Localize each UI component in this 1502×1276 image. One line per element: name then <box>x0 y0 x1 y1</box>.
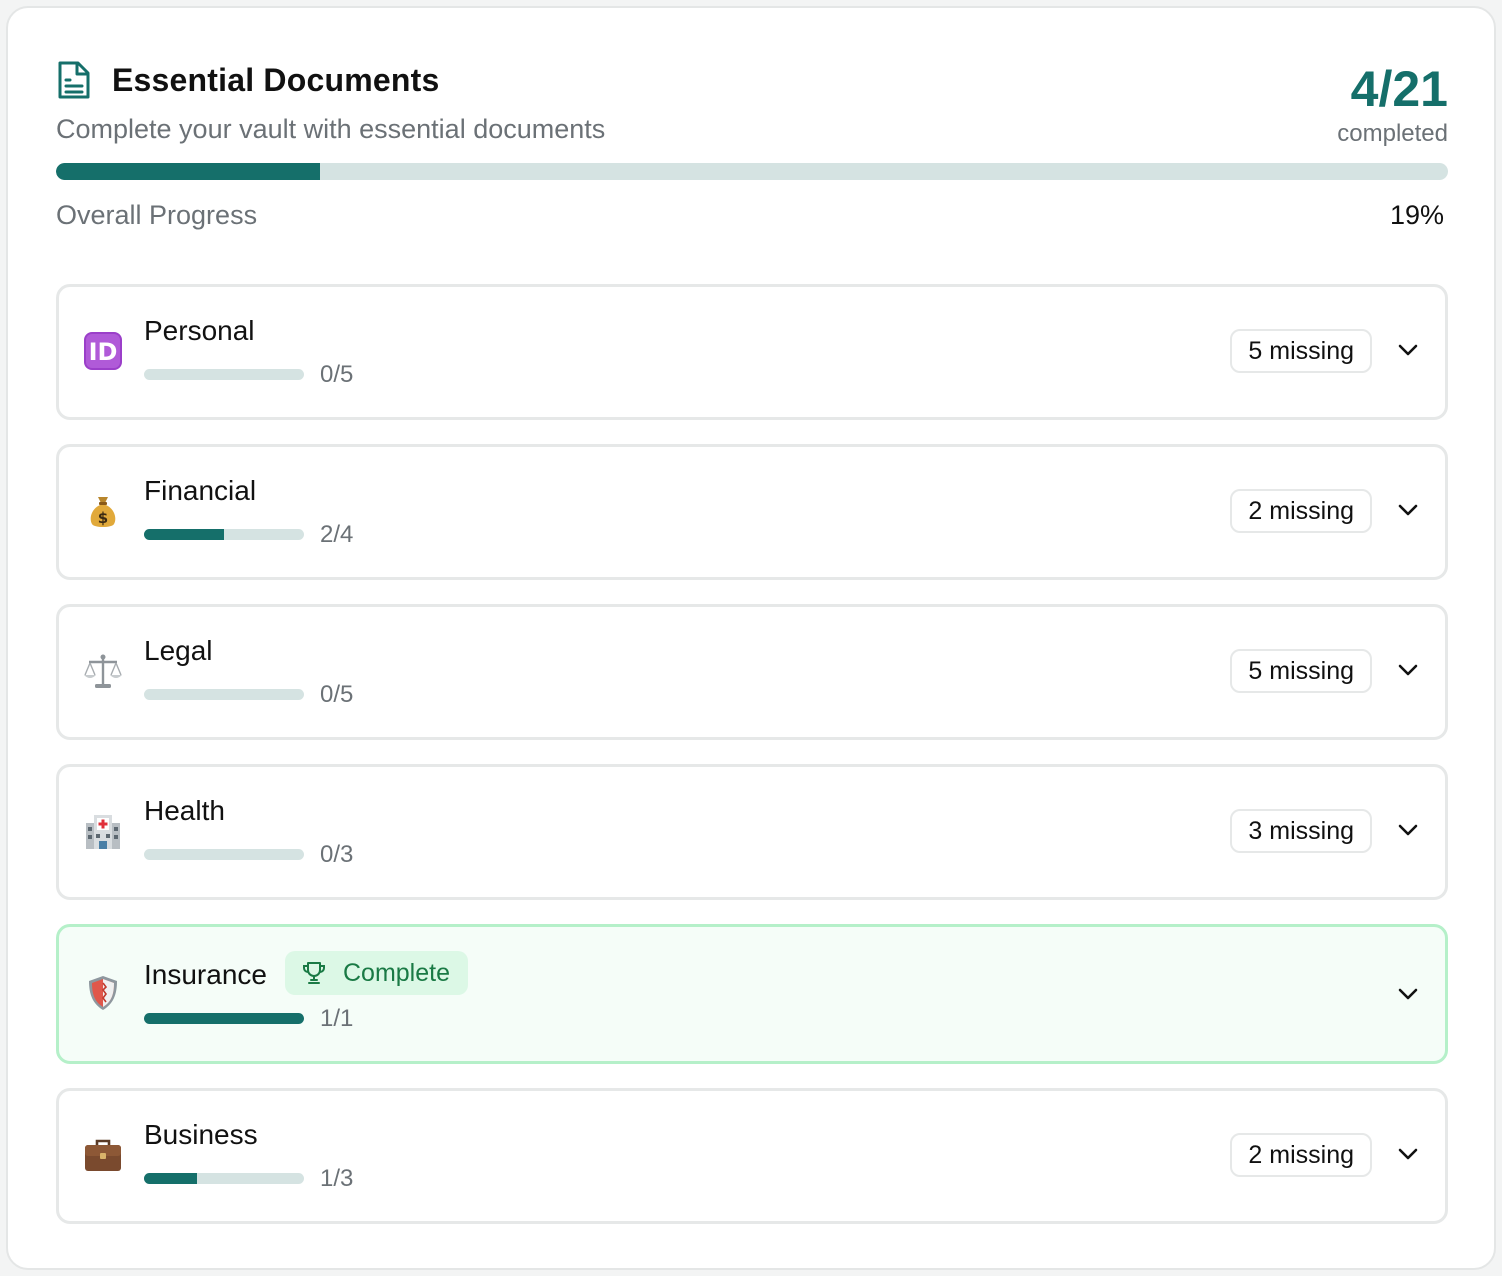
svg-text:$: $ <box>98 509 108 527</box>
completion-counter: 4/21 completed <box>1337 60 1448 148</box>
money-bag-icon: $ <box>90 497 116 527</box>
category-count: 1/3 <box>320 1165 354 1192</box>
chevron-down-icon[interactable] <box>1397 1147 1419 1161</box>
category-count: 2/4 <box>320 521 354 548</box>
document-icon <box>58 61 90 99</box>
category-count: 1/1 <box>320 1005 354 1032</box>
completed-count: 4/21 <box>1350 61 1448 117</box>
category-progress-bar <box>144 689 304 700</box>
category-health[interactable]: Health 0/3 3 missing <box>56 764 1448 900</box>
category-name: Legal <box>144 635 213 666</box>
category-progress-bar <box>144 1173 304 1184</box>
page-subtitle: Complete your vault with essential docum… <box>56 114 606 144</box>
category-name: Financial <box>144 475 257 506</box>
missing-badge: 3 missing <box>1230 809 1372 853</box>
category-progress-bar <box>144 849 304 860</box>
chevron-down-icon[interactable] <box>1397 663 1419 677</box>
trophy-icon <box>303 962 325 984</box>
missing-badge: 5 missing <box>1230 649 1372 693</box>
category-name: Personal <box>144 315 255 346</box>
scales-icon <box>84 654 122 688</box>
category-count: 0/5 <box>320 361 354 388</box>
overall-progress-label: Overall Progress <box>56 200 258 230</box>
category-progress-fill <box>144 1013 304 1024</box>
chevron-down-icon[interactable] <box>1397 503 1419 517</box>
page-title: Essential Documents <box>112 61 440 98</box>
title-row: Essential Documents <box>56 60 439 100</box>
chevron-down-icon[interactable] <box>1397 987 1419 1001</box>
category-personal[interactable]: ID Personal 0/5 5 missing <box>56 284 1448 420</box>
category-legal[interactable]: Legal 0/5 5 missing <box>56 604 1448 740</box>
category-progress-bar <box>144 369 304 380</box>
category-name: Insurance <box>144 959 267 990</box>
missing-badge: 2 missing <box>1230 1133 1372 1177</box>
overall-progress-fill <box>56 163 321 180</box>
briefcase-icon <box>85 1139 121 1171</box>
category-count: 0/5 <box>320 681 354 708</box>
hospital-icon <box>86 815 120 849</box>
essential-documents-card: Essential Documents Complete your vault … <box>6 6 1496 1270</box>
overall-progress-bar <box>56 163 1448 180</box>
complete-label: Complete <box>343 958 450 987</box>
id-icon: ID <box>84 332 122 370</box>
complete-badge: Complete <box>285 951 468 995</box>
header: Essential Documents Complete your vault … <box>56 56 1448 156</box>
category-progress-fill <box>144 1173 198 1184</box>
chevron-down-icon[interactable] <box>1397 823 1419 837</box>
category-progress-fill <box>144 529 224 540</box>
category-progress-bar <box>144 1013 304 1024</box>
category-count: 0/3 <box>320 841 354 868</box>
missing-badge: 2 missing <box>1230 489 1372 533</box>
svg-text:ID: ID <box>89 338 118 366</box>
overall-progress-percent: 19% <box>1389 200 1444 230</box>
category-progress-bar <box>144 529 304 540</box>
category-insurance[interactable]: Insurance Complete 1/1 <box>56 924 1448 1064</box>
category-name: Health <box>144 795 225 826</box>
category-name: Business <box>144 1119 258 1150</box>
chevron-down-icon[interactable] <box>1397 343 1419 357</box>
category-financial[interactable]: $ Financial 2/4 2 missing <box>56 444 1448 580</box>
category-business[interactable]: Business 1/3 2 missing <box>56 1088 1448 1224</box>
completed-label: completed <box>1337 120 1448 147</box>
missing-badge: 5 missing <box>1230 329 1372 373</box>
shield-icon <box>89 976 117 1010</box>
